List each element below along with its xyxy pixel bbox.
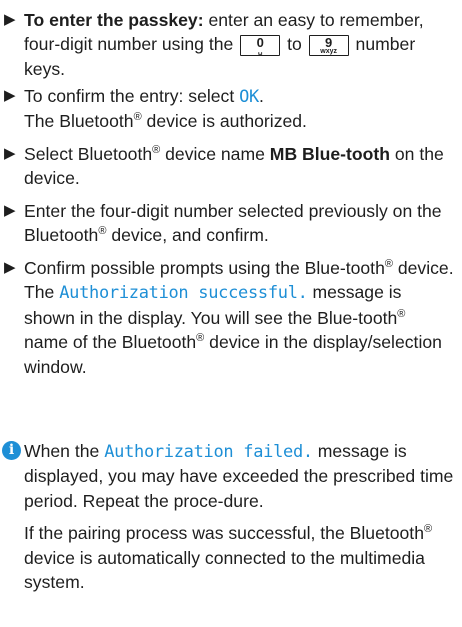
step-5-text-b: device. — [392, 258, 454, 278]
step-2-result-b: device is authorized. — [141, 111, 307, 132]
step-5-result-c: name of the Bluetooth — [24, 332, 197, 353]
registered-mark: ® — [397, 307, 406, 320]
key-0-icon: 0 ␣ — [240, 35, 281, 57]
info-para-2: If the pairing process was successful, t… — [24, 521, 454, 594]
step-4-text: Enter the four-digit number selected pre… — [24, 199, 454, 248]
info-para2-a: If the pairing process was successful, t… — [24, 523, 424, 544]
step-1-lead: To enter the passkey: — [24, 10, 204, 30]
registered-mark: ® — [133, 111, 142, 124]
bullet-arrow-icon: ▶ — [4, 202, 16, 219]
bullet-arrow-icon: ▶ — [4, 259, 16, 276]
step-3-text: Select Bluetooth® device name MB Blue-to… — [24, 142, 454, 191]
info-text-a: When the — [24, 441, 105, 461]
key-9-icon: 9 wxyz — [308, 35, 349, 57]
bullet-arrow-icon: ▶ — [4, 145, 16, 162]
step-2-text-a: To confirm the entry: select — [24, 86, 240, 106]
step-1-text: To enter the passkey: enter an easy to r… — [24, 8, 454, 81]
ok-softkey-label: OK — [239, 87, 259, 107]
registered-mark: ® — [384, 258, 393, 271]
info-para-1: When the Authorization failed. message i… — [24, 439, 454, 513]
key-9-sub: wxyz — [320, 48, 337, 56]
key-0-sub: ␣ — [257, 48, 263, 56]
step-2-result-a: The Bluetooth — [24, 111, 134, 132]
info-note: i When the Authorization failed. message… — [0, 439, 462, 594]
authorization-successful-message: Authorization successful. — [59, 283, 308, 304]
step-2-text-b: . — [259, 86, 264, 106]
info-icon: i — [2, 441, 21, 460]
step-3-text-b: device name — [160, 144, 270, 164]
authorization-failed-message: Authorization failed. — [104, 442, 313, 462]
bullet-arrow-icon: ▶ — [4, 87, 16, 104]
step-2-text: To confirm the entry: select OK. The Blu… — [24, 84, 454, 134]
device-name: MB Blue-tooth — [269, 144, 390, 164]
step-5-result-a: The — [24, 282, 60, 303]
info-para2-b: device is automatically connected to the… — [24, 547, 425, 593]
step-5-text: Confirm possible prompts using the Blue-… — [24, 256, 454, 379]
bullet-arrow-icon: ▶ — [4, 11, 16, 28]
step-3-text-a: Select Bluetooth — [24, 144, 153, 164]
step-5-text-a: Confirm possible prompts using the Blue-… — [24, 258, 385, 278]
step-1-text-b: to — [282, 34, 307, 55]
step-4-text-b: device, and confirm. — [106, 225, 269, 246]
registered-mark: ® — [423, 523, 433, 536]
